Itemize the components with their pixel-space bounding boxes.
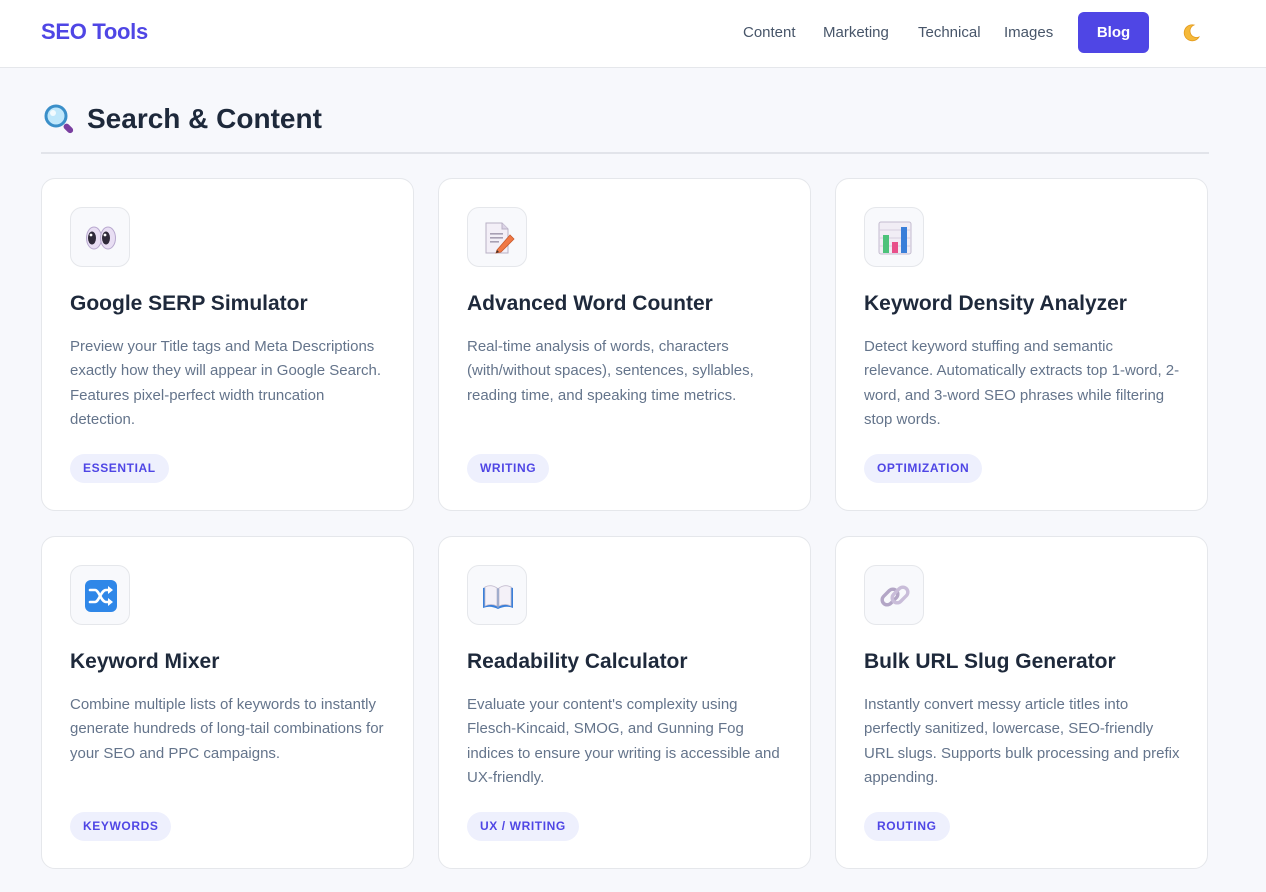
shuffle-icon — [85, 580, 117, 612]
card-title: Advanced Word Counter — [467, 292, 713, 315]
card-icon-frame — [70, 565, 130, 625]
moon-icon[interactable] — [1180, 22, 1202, 44]
card-icon-frame — [70, 207, 130, 267]
card-icon-frame — [467, 207, 527, 267]
nav-content[interactable]: Content — [743, 24, 796, 41]
tool-card-keyword-mixer[interactable]: Keyword Mixer Combine multiple lists of … — [41, 536, 414, 869]
section-title: Search & Content — [87, 103, 322, 134]
eyes-icon — [86, 226, 116, 250]
card-title: Bulk URL Slug Generator — [864, 650, 1116, 673]
tool-card-readability[interactable]: Readability Calculator Evaluate your con… — [438, 536, 811, 869]
magnifying-glass-icon — [43, 103, 77, 137]
card-description: Preview your Title tags and Meta Descrip… — [70, 338, 382, 429]
memo-icon — [485, 222, 515, 254]
tool-card-keyword-density[interactable]: Keyword Density Analyzer Detect keyword … — [835, 178, 1208, 511]
nav-images[interactable]: Images — [1004, 24, 1053, 41]
card-tag: ESSENTIAL — [70, 454, 169, 483]
link-icon — [880, 585, 910, 607]
section-divider — [41, 152, 1209, 154]
card-title: Readability Calculator — [467, 650, 688, 673]
tool-card-serp-simulator[interactable]: Google SERP Simulator Preview your Title… — [41, 178, 414, 511]
card-title: Keyword Density Analyzer — [864, 292, 1127, 315]
card-description: Combine multiple lists of keywords to in… — [70, 696, 384, 762]
card-icon-frame — [467, 565, 527, 625]
tool-card-url-slug[interactable]: Bulk URL Slug Generator Instantly conver… — [835, 536, 1208, 869]
card-title: Keyword Mixer — [70, 650, 220, 673]
nav-technical[interactable]: Technical — [918, 24, 981, 41]
open-book-icon — [483, 585, 513, 609]
card-icon-frame — [864, 565, 924, 625]
card-tag: UX / WRITING — [467, 812, 579, 841]
card-tag: KEYWORDS — [70, 812, 172, 841]
card-description: Real-time analysis of words, characters … — [467, 338, 754, 404]
bar-chart-icon — [878, 221, 912, 255]
tool-card-word-counter[interactable]: Advanced Word Counter Real-time analysis… — [438, 178, 811, 511]
card-description: Instantly convert messy article titles i… — [864, 696, 1180, 787]
top-navigation-bar: SEO Tools Content Marketing Technical Im… — [0, 0, 1266, 68]
card-tag: OPTIMIZATION — [864, 454, 983, 483]
blog-button[interactable]: Blog — [1078, 12, 1149, 53]
main-nav: Content Marketing Technical Images Blog — [0, 12, 1266, 53]
card-title: Google SERP Simulator — [70, 292, 308, 315]
nav-marketing[interactable]: Marketing — [823, 24, 889, 41]
card-tag: WRITING — [467, 454, 550, 483]
card-tag: ROUTING — [864, 812, 950, 841]
card-description: Evaluate your content's complexity using… — [467, 696, 780, 787]
card-description: Detect keyword stuffing and semantic rel… — [864, 338, 1180, 429]
card-icon-frame — [864, 207, 924, 267]
